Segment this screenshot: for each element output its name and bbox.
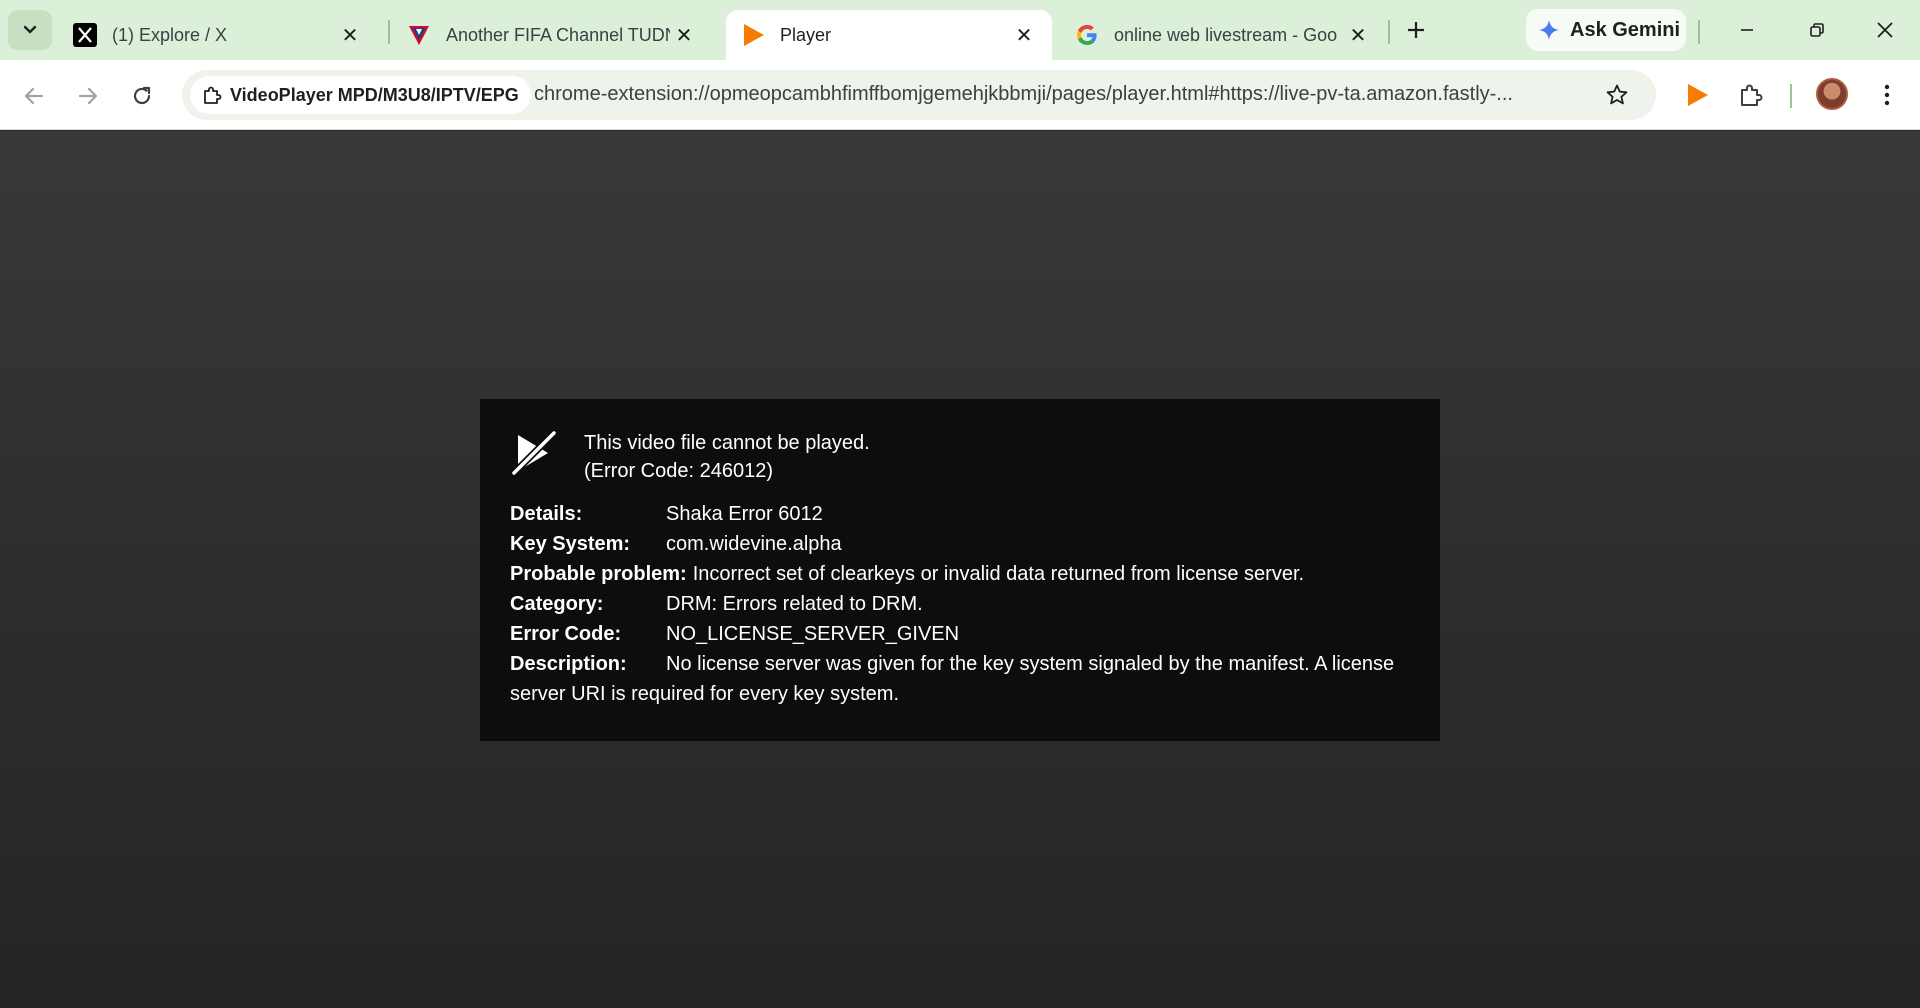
url-text[interactable]: chrome-extension://opmeopcambhfimffbomjg…: [534, 83, 1574, 106]
ask-gemini-button[interactable]: Ask Gemini: [1526, 9, 1686, 51]
extension-puzzle-icon: [202, 85, 222, 105]
probable-problem-label: Probable problem:: [510, 563, 687, 585]
details-label: Details:: [510, 503, 583, 525]
error-code-label: Error Code:: [510, 623, 622, 645]
restore-button[interactable]: [1794, 14, 1840, 46]
tab-player[interactable]: Player ✕: [726, 10, 1052, 60]
site-chip-label: VideoPlayer MPD/M3U8/IPTV/EPG: [230, 84, 519, 105]
star-icon: [1606, 84, 1628, 105]
plus-icon: [1408, 22, 1424, 38]
probable-problem-value: Incorrect set of clearkeys or invalid da…: [692, 563, 1305, 585]
videoplayer-extension-button[interactable]: [1680, 78, 1714, 112]
back-button[interactable]: [14, 76, 54, 116]
tab-explore-x[interactable]: (1) Explore / X ✕: [58, 10, 378, 60]
address-bar[interactable]: VideoPlayer MPD/M3U8/IPTV/EPG chrome-ext…: [182, 70, 1656, 120]
toolbar-divider: [1790, 84, 1792, 108]
restore-icon: [1810, 23, 1824, 37]
arrow-left-icon: [24, 87, 44, 105]
profile-avatar[interactable]: [1816, 78, 1848, 110]
error-code-value: NO_LICENSE_SERVER_GIVEN: [666, 623, 960, 645]
tab-divider: [388, 20, 390, 44]
extension-puzzle-icon: [1741, 84, 1763, 106]
x-logo-icon: [72, 22, 98, 48]
browser-toolbar: VideoPlayer MPD/M3U8/IPTV/EPG chrome-ext…: [0, 60, 1920, 130]
video-off-icon: [510, 429, 558, 477]
play-logo-icon: [740, 22, 766, 48]
bookmark-star-button[interactable]: [1602, 80, 1632, 110]
tab-divider: [1698, 20, 1700, 44]
error-dialog: This video file cannot be played. (Error…: [480, 399, 1440, 741]
tab-search-button[interactable]: [8, 10, 52, 50]
description-label: Description:: [510, 653, 627, 675]
category-value: DRM: Errors related to DRM.: [666, 593, 923, 615]
reload-icon: [133, 86, 151, 105]
category-label: Category:: [510, 593, 604, 615]
close-icon[interactable]: ✕: [1010, 21, 1038, 49]
error-title: This video file cannot be played.: [584, 432, 870, 454]
minimize-button[interactable]: [1724, 14, 1770, 46]
google-logo-icon: [1074, 22, 1100, 48]
key-system-value: com.widevine.alpha: [666, 533, 842, 555]
close-icon[interactable]: ✕: [1344, 21, 1372, 49]
play-logo-icon: [1688, 84, 1708, 106]
gemini-sparkle-icon: [1538, 19, 1560, 41]
menu-button[interactable]: [1870, 78, 1904, 112]
tab-tudn[interactable]: Another FIFA Channel TUDN ✕: [392, 10, 712, 60]
close-icon[interactable]: ✕: [670, 21, 698, 49]
arrow-right-icon: [78, 87, 98, 105]
details-value: Shaka Error 6012: [666, 503, 823, 525]
more-vertical-icon: [1884, 84, 1890, 106]
forward-button[interactable]: [68, 76, 108, 116]
tab-google-search[interactable]: online web livestream - Goo ✕: [1060, 10, 1386, 60]
error-code-summary: (Error Code: 246012): [584, 460, 773, 482]
error-details-table: Details: Shaka Error 6012 Key System: co…: [510, 499, 1410, 709]
tudn-logo-icon: [406, 22, 432, 48]
new-tab-button[interactable]: [1400, 14, 1432, 46]
tab-divider: [1388, 20, 1390, 44]
close-icon[interactable]: ✕: [336, 21, 364, 49]
video-player-area: This video file cannot be played. (Error…: [0, 131, 1920, 1008]
minimize-icon: [1741, 29, 1753, 31]
tab-title: online web livestream - Goo: [1114, 24, 1338, 45]
site-info-chip[interactable]: VideoPlayer MPD/M3U8/IPTV/EPG: [190, 76, 531, 114]
tab-title: Another FIFA Channel TUDN: [446, 24, 670, 45]
key-system-label: Key System:: [510, 533, 631, 555]
tab-strip: (1) Explore / X ✕ Another FIFA Channel T…: [0, 0, 1920, 60]
extensions-button[interactable]: [1734, 78, 1768, 112]
tab-title: Player: [780, 24, 832, 45]
chevron-down-icon: [23, 25, 37, 34]
ask-gemini-label: Ask Gemini: [1570, 18, 1681, 41]
close-window-button[interactable]: [1862, 14, 1908, 46]
reload-button[interactable]: [122, 76, 162, 116]
tab-title: (1) Explore / X: [112, 24, 228, 45]
close-icon: [1877, 22, 1893, 38]
